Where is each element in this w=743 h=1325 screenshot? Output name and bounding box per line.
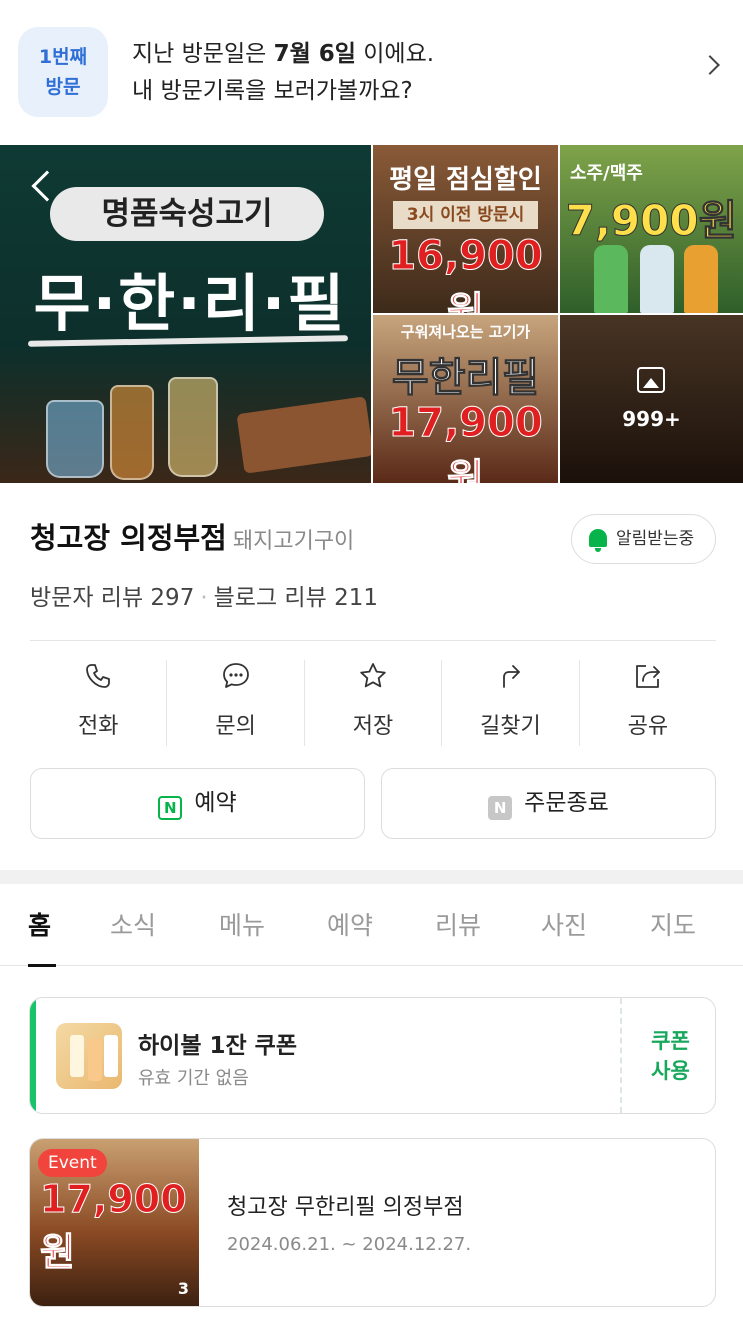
section-gap [0,870,743,884]
reserve-button[interactable]: N 예약 [30,768,365,839]
bottle-image [684,245,718,313]
coupon-thumbnail [56,1023,122,1089]
event-image-count: 3 [177,1279,189,1298]
sauce-tray-image [236,396,371,474]
tab-home[interactable]: 홈 [28,906,51,942]
tab-map[interactable]: 지도 [650,906,696,942]
place-name: 청고장 의정부점 [30,521,227,555]
visit-line1-prefix: 지난 방문일은 [132,41,274,67]
bottle-image [640,245,674,313]
bottle-image [594,245,628,313]
share-action[interactable]: 공유 [578,660,716,746]
photo-grid: 명품숙성고기 무·한·리·필 평일 점심할인 3시 이전 방문시 16,900원… [0,145,743,483]
photo-more-overlay [560,315,743,483]
directions-icon [503,665,521,688]
coupon-validity: 유효 기간 없음 [138,1068,249,1089]
photo-lunch-discount[interactable]: 평일 점심할인 3시 이전 방문시 16,900원 [373,145,558,313]
visitor-review-link[interactable]: 방문자 리뷰 297 [30,585,194,611]
star-icon [360,663,386,688]
share-label: 공유 [627,714,669,739]
tab-bar: 홈 소식 메뉴 예약 리뷰 사진 지도 [0,884,743,967]
coupon-divider [620,998,622,1113]
phone-icon [86,664,111,688]
review-summary: 방문자 리뷰 297 · 블로그 리뷰 211 [30,578,378,612]
photo-icon [637,367,665,393]
bell-icon [589,529,607,552]
coupon-card[interactable]: 하이볼 1잔 쿠폰 유효 기간 없음 쿠폰 사용 [29,997,716,1114]
save-label: 저장 [352,714,394,739]
visit-message: 지난 방문일은 7월 6일 이에요. 내 방문기록을 보러가볼까요? [132,36,434,110]
coupon-use-button[interactable]: 쿠폰 사용 [624,998,715,1113]
visit-banner[interactable]: 1번째 방문 지난 방문일은 7월 6일 이에요. 내 방문기록을 보러가볼까요… [0,0,743,145]
tab-news[interactable]: 소식 [110,906,156,942]
event-title: 청고장 무한리필 의정부점 [227,1195,464,1220]
drinks-price: 7,900원 [565,196,738,246]
active-tab-indicator [28,964,56,967]
main-photo[interactable]: 명품숙성고기 무·한·리·필 [0,145,371,483]
tab-menu[interactable]: 메뉴 [219,906,265,942]
refill-title: 무한리필 [391,355,540,402]
directions-label: 길찾기 [480,714,541,739]
photo-drinks[interactable]: 소주/맥주 7,900원 [560,145,743,313]
glass-image [46,400,104,478]
visit-badge-line1: 1번째 [38,46,88,68]
tab-photos[interactable]: 사진 [541,906,587,942]
alarm-label: 알림받는중 [616,529,695,549]
visit-count-badge: 1번째 방문 [18,27,108,117]
photo-count: 999+ [622,407,681,431]
event-image-price: 17,900원 [40,1177,188,1275]
call-label: 전화 [77,714,119,739]
refill-subtitle: 구워져나오는 고기가 [400,323,531,341]
photo-unlimited-refill[interactable]: 구워져나오는 고기가 무한리필 17,900원 [373,315,558,483]
order-label: 주문종료 [524,790,609,816]
naver-order-icon: N [488,796,513,820]
order-button[interactable]: N 주문종료 [381,768,716,839]
coupon-use-line2: 사용 [651,1059,690,1083]
lunch-discount-price: 16,900원 [388,233,543,314]
event-image: 17,900원 Event 3 [30,1139,199,1306]
divider [30,640,716,641]
visit-date: 7월 6일 [273,41,356,67]
alarm-button[interactable]: 알림받는중 [571,514,716,564]
reserve-label: 예약 [194,790,237,816]
share-icon [635,665,660,688]
chat-icon [222,663,249,688]
place-title-row: 청고장 의정부점 돼지고기구이 [30,515,354,557]
call-action[interactable]: 전화 [30,660,166,746]
tab-reviews[interactable]: 리뷰 [435,906,481,942]
drinks-title: 소주/맥주 [570,163,643,184]
main-photo-headline: 무·한·리·필 [33,267,347,340]
visit-badge-line2: 방문 [45,76,81,98]
glass-image [168,377,218,477]
inquiry-label: 문의 [215,714,256,739]
lunch-discount-title: 평일 점심할인 [389,165,542,195]
visit-line1-suffix: 이에요. [355,41,435,67]
refill-price: 17,900원 [388,400,543,484]
visit-line2: 내 방문기록을 보러가볼까요? [132,78,413,104]
save-action[interactable]: 저장 [303,660,441,746]
photo-more[interactable]: 999+ [560,315,743,483]
chevron-right-icon[interactable] [700,55,720,75]
directions-action[interactable]: 길찾기 [441,660,578,746]
event-card[interactable]: 17,900원 Event 3 청고장 무한리필 의정부점 2024.06.21… [29,1138,716,1307]
coupon-use-line1: 쿠폰 [651,1029,690,1053]
separator-dot: · [200,585,208,611]
coupon-accent-bar [30,998,36,1113]
event-period: 2024.06.21. ~ 2024.12.27. [227,1234,472,1255]
tab-reservation[interactable]: 예약 [327,906,373,942]
naver-calendar-icon: N [158,796,183,820]
inquiry-action[interactable]: 문의 [166,660,303,746]
lunch-discount-condition: 3시 이전 방문시 [393,201,538,229]
action-bar: 전화 문의 저장 길찾기 공유 [30,660,716,746]
main-photo-pill-text: 명품숙성고기 [50,187,324,241]
event-badge: Event [38,1149,107,1177]
place-category: 돼지고기구이 [232,529,355,554]
coupon-title: 하이볼 1잔 쿠폰 [138,1033,297,1059]
glass-image [110,385,154,480]
blog-review-link[interactable]: 블로그 리뷰 211 [214,585,378,611]
